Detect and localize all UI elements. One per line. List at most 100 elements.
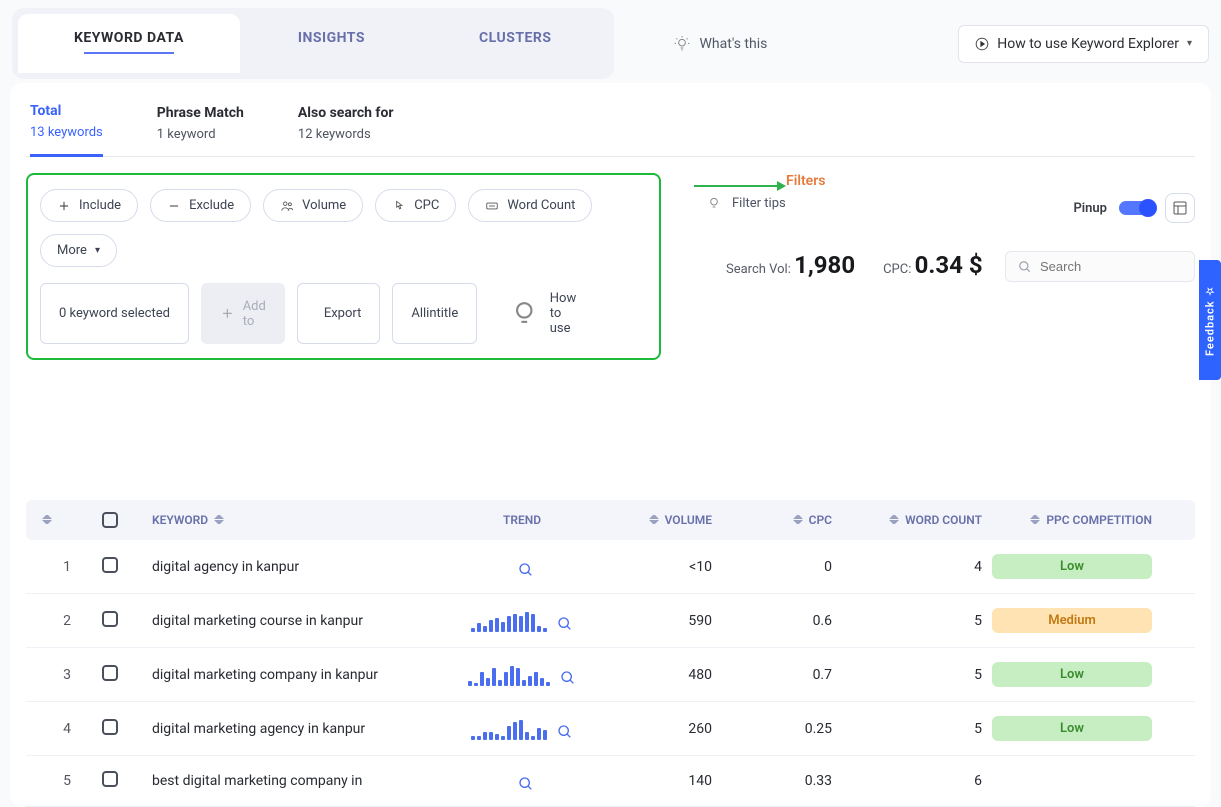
row-checkbox[interactable] <box>102 719 118 735</box>
pinup-label: Pinup <box>1073 201 1107 216</box>
row-index: 3 <box>42 667 92 683</box>
search-icon[interactable] <box>560 670 576 686</box>
subtab-total[interactable]: Total 13 keywords <box>30 103 103 157</box>
layout-icon <box>1172 200 1188 216</box>
whats-this-link[interactable]: What's this <box>674 36 768 52</box>
how-to-use-button[interactable]: How to use <box>489 283 598 344</box>
keyword-cell[interactable]: digital marketing course in kanpur <box>152 613 452 629</box>
cpc-value: 0.34 $ <box>915 251 983 279</box>
search-icon[interactable] <box>557 724 573 740</box>
sort-icon[interactable] <box>649 515 659 525</box>
volume-cell: <10 <box>592 559 712 575</box>
keyboard-icon <box>485 199 499 213</box>
selected-count: 0 keyword selected <box>40 283 189 344</box>
sort-icon[interactable] <box>1030 515 1040 525</box>
trend-sparkline <box>462 556 582 578</box>
keyword-cell[interactable]: best digital marketing company in <box>152 773 452 789</box>
row-index: 5 <box>42 773 92 789</box>
sort-icon[interactable] <box>42 515 52 525</box>
ppc-badge: Low <box>992 662 1152 687</box>
filter-cpc[interactable]: CPC <box>375 189 456 222</box>
ppc-cell: Low <box>992 716 1152 741</box>
table-row: 1 digital agency in kanpur <10 0 4 Low <box>26 540 1195 594</box>
tab-clusters[interactable]: CLUSTERS <box>423 14 608 73</box>
chevron-down-icon: ▾ <box>1187 38 1192 49</box>
filter-word-count[interactable]: Word Count <box>468 189 592 222</box>
search-icon[interactable] <box>557 616 573 632</box>
add-to-button: Add to <box>201 283 285 344</box>
table-row: 4 digital marketing agency in kanpur 260… <box>26 702 1195 756</box>
pointer-icon <box>392 199 406 213</box>
filter-volume[interactable]: Volume <box>263 189 363 222</box>
ppc-badge: Medium <box>992 608 1152 633</box>
filter-more[interactable]: More ▾ <box>40 234 117 267</box>
col-ppc-competition[interactable]: PPC COMPETITION <box>992 513 1152 527</box>
lightbulb-icon <box>706 195 722 211</box>
people-icon <box>280 199 294 213</box>
tab-insights[interactable]: INSIGHTS <box>242 14 421 73</box>
trend-sparkline <box>462 610 582 632</box>
row-index: 1 <box>42 559 92 575</box>
col-volume[interactable]: VOLUME <box>592 513 712 527</box>
keyword-cell[interactable]: digital marketing agency in kanpur <box>152 721 452 737</box>
allintitle-button[interactable]: Allintitle <box>392 283 477 344</box>
pinup-toggle[interactable] <box>1119 201 1153 215</box>
sort-icon[interactable] <box>214 515 224 525</box>
col-trend: TREND <box>462 513 582 527</box>
cpc-label: CPC: <box>883 262 911 277</box>
col-keyword[interactable]: KEYWORD <box>152 513 452 527</box>
keyword-cell[interactable]: digital agency in kanpur <box>152 559 452 575</box>
trend-sparkline <box>462 718 582 740</box>
filters-box: Include Exclude Volume CPC Word Count <box>26 173 661 360</box>
col-word-count[interactable]: WORD COUNT <box>842 513 982 527</box>
keyword-cell[interactable]: digital marketing company in kanpur <box>152 667 452 683</box>
search-box[interactable] <box>1005 251 1195 282</box>
word-count-cell: 5 <box>842 613 982 629</box>
subtab-phrase-match[interactable]: Phrase Match 1 keyword <box>157 105 244 156</box>
cpc-cell: 0.6 <box>722 613 832 629</box>
minus-icon <box>167 199 181 213</box>
subtab-also-search-for[interactable]: Also search for 12 keywords <box>298 105 394 156</box>
cpc-cell: 0.25 <box>722 721 832 737</box>
chevron-down-icon: ▾ <box>95 245 100 256</box>
table-header: KEYWORD TREND VOLUME CPC WORD COUNT PPC … <box>26 500 1195 540</box>
word-count-cell: 4 <box>842 559 982 575</box>
row-checkbox[interactable] <box>102 611 118 627</box>
search-icon[interactable] <box>518 776 534 792</box>
select-all-checkbox[interactable] <box>102 512 118 528</box>
search-icon[interactable] <box>518 562 534 578</box>
tab-keyword-data[interactable]: KEYWORD DATA <box>18 14 240 73</box>
row-checkbox[interactable] <box>102 557 118 573</box>
filter-include[interactable]: Include <box>40 189 138 222</box>
lightbulb-icon <box>674 36 690 52</box>
ppc-badge: Low <box>992 716 1152 741</box>
volume-cell: 260 <box>592 721 712 737</box>
filter-tips-link[interactable]: Filter tips <box>706 195 786 211</box>
filter-exclude[interactable]: Exclude <box>150 189 251 222</box>
subtabs: Total 13 keywords Phrase Match 1 keyword… <box>26 103 1195 157</box>
plus-icon <box>57 199 71 213</box>
search-input[interactable] <box>1040 259 1170 274</box>
export-button[interactable]: Export <box>297 283 381 344</box>
main-tabs: KEYWORD DATA INSIGHTS CLUSTERS <box>12 8 614 79</box>
layout-button[interactable] <box>1165 193 1195 223</box>
plus-icon <box>220 306 235 321</box>
table-row: 5 best digital marketing company in 140 … <box>26 756 1195 807</box>
filters-annotation: Filters <box>786 173 825 189</box>
feedback-tab[interactable]: Feedback☆ <box>1199 260 1221 380</box>
trend-sparkline <box>462 664 582 686</box>
sort-icon[interactable] <box>889 515 899 525</box>
volume-cell: 480 <box>592 667 712 683</box>
sort-icon[interactable] <box>793 515 803 525</box>
how-to-use-keyword-explorer-button[interactable]: How to use Keyword Explorer ▾ <box>958 25 1209 63</box>
search-icon <box>1018 260 1032 274</box>
play-icon <box>975 37 989 51</box>
row-checkbox[interactable] <box>102 771 118 787</box>
col-cpc[interactable]: CPC <box>722 513 832 527</box>
star-icon: ☆ <box>1205 284 1216 296</box>
row-checkbox[interactable] <box>102 665 118 681</box>
volume-cell: 140 <box>592 773 712 789</box>
annotation-arrow <box>694 185 784 187</box>
ppc-cell: Medium <box>992 608 1152 633</box>
search-vol-value: 1,980 <box>794 251 855 279</box>
